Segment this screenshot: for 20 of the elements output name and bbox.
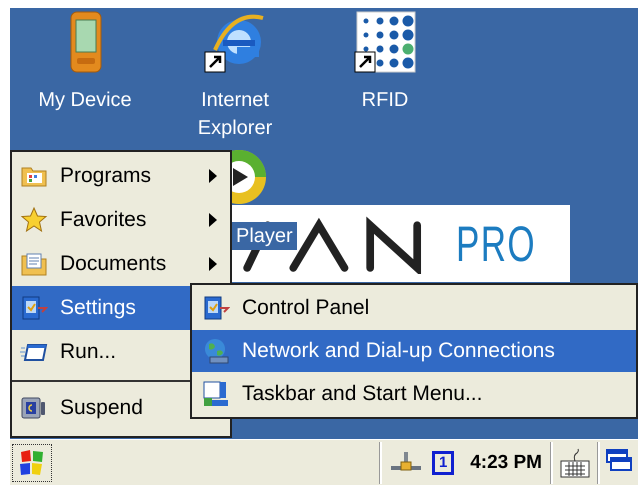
menu-item[interactable]: Programs	[12, 154, 230, 198]
menu-item[interactable]: Favorites	[12, 198, 230, 242]
desktop-icon-label[interactable]: RFID	[330, 86, 440, 114]
settings-icon	[20, 294, 48, 322]
menu-item[interactable]: Documents	[12, 242, 230, 286]
windows-flag-icon	[18, 448, 46, 477]
input-indicator[interactable]: 1	[432, 450, 454, 475]
keyboard-icon[interactable]	[559, 446, 591, 479]
start-button[interactable]	[12, 444, 52, 482]
taskbar-window-icon	[202, 380, 230, 408]
desktop-icon-label[interactable]: Player	[232, 222, 297, 250]
logo-text: PRO	[456, 214, 536, 272]
settings-icon	[202, 294, 230, 322]
menu-item[interactable]: Network and Dial-up Connections	[192, 330, 636, 372]
star-icon	[20, 206, 48, 234]
desktop-icon-label[interactable]: My Device	[30, 86, 140, 114]
clock[interactable]: 4:23 PM	[470, 452, 542, 474]
browser-e-icon	[213, 14, 264, 64]
globe-network-icon	[202, 337, 230, 365]
desktop-icon-label[interactable]: Internet Explorer	[180, 86, 290, 142]
